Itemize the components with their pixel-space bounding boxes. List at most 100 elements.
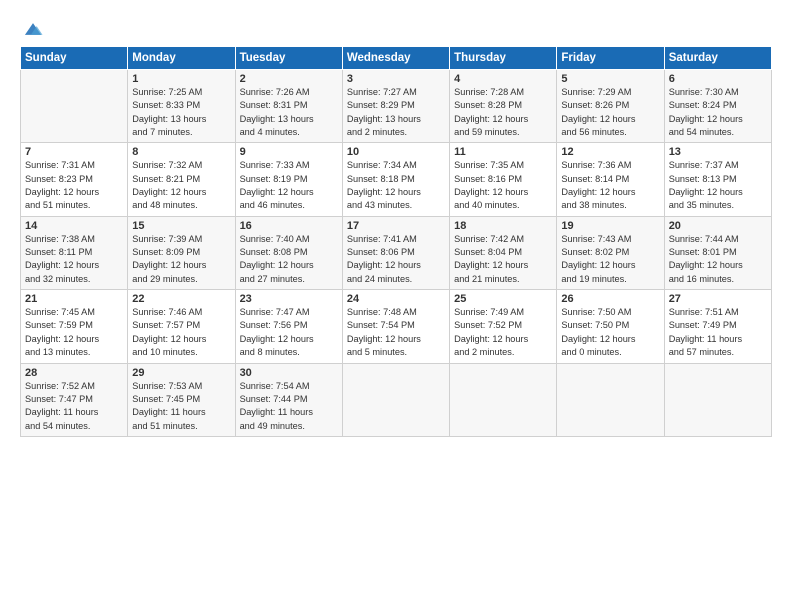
day-info: Sunrise: 7:53 AM Sunset: 7:45 PM Dayligh… xyxy=(132,380,230,433)
calendar-cell: 21Sunrise: 7:45 AM Sunset: 7:59 PM Dayli… xyxy=(21,290,128,363)
day-number: 21 xyxy=(25,293,123,305)
calendar-cell: 14Sunrise: 7:38 AM Sunset: 8:11 PM Dayli… xyxy=(21,216,128,289)
day-number: 26 xyxy=(561,293,659,305)
day-number: 4 xyxy=(454,73,552,85)
day-info: Sunrise: 7:25 AM Sunset: 8:33 PM Dayligh… xyxy=(132,86,230,139)
day-number: 28 xyxy=(25,367,123,379)
calendar-cell: 30Sunrise: 7:54 AM Sunset: 7:44 PM Dayli… xyxy=(235,363,342,436)
day-number: 11 xyxy=(454,146,552,158)
day-info: Sunrise: 7:43 AM Sunset: 8:02 PM Dayligh… xyxy=(561,233,659,286)
header-friday: Friday xyxy=(557,47,664,70)
day-number: 24 xyxy=(347,293,445,305)
week-row-4: 28Sunrise: 7:52 AM Sunset: 7:47 PM Dayli… xyxy=(21,363,772,436)
calendar-cell: 18Sunrise: 7:42 AM Sunset: 8:04 PM Dayli… xyxy=(450,216,557,289)
calendar-cell: 10Sunrise: 7:34 AM Sunset: 8:18 PM Dayli… xyxy=(342,143,449,216)
day-info: Sunrise: 7:44 AM Sunset: 8:01 PM Dayligh… xyxy=(669,233,767,286)
calendar-cell: 9Sunrise: 7:33 AM Sunset: 8:19 PM Daylig… xyxy=(235,143,342,216)
day-info: Sunrise: 7:36 AM Sunset: 8:14 PM Dayligh… xyxy=(561,159,659,212)
calendar-cell: 23Sunrise: 7:47 AM Sunset: 7:56 PM Dayli… xyxy=(235,290,342,363)
calendar-cell xyxy=(21,70,128,143)
header-wednesday: Wednesday xyxy=(342,47,449,70)
day-info: Sunrise: 7:27 AM Sunset: 8:29 PM Dayligh… xyxy=(347,86,445,139)
header-row: SundayMondayTuesdayWednesdayThursdayFrid… xyxy=(21,47,772,70)
day-number: 20 xyxy=(669,220,767,232)
day-number: 30 xyxy=(240,367,338,379)
day-info: Sunrise: 7:35 AM Sunset: 8:16 PM Dayligh… xyxy=(454,159,552,212)
day-info: Sunrise: 7:42 AM Sunset: 8:04 PM Dayligh… xyxy=(454,233,552,286)
calendar-cell xyxy=(450,363,557,436)
day-number: 17 xyxy=(347,220,445,232)
day-info: Sunrise: 7:29 AM Sunset: 8:26 PM Dayligh… xyxy=(561,86,659,139)
header-monday: Monday xyxy=(128,47,235,70)
week-row-0: 1Sunrise: 7:25 AM Sunset: 8:33 PM Daylig… xyxy=(21,70,772,143)
day-info: Sunrise: 7:31 AM Sunset: 8:23 PM Dayligh… xyxy=(25,159,123,212)
day-number: 7 xyxy=(25,146,123,158)
calendar-cell: 4Sunrise: 7:28 AM Sunset: 8:28 PM Daylig… xyxy=(450,70,557,143)
day-number: 13 xyxy=(669,146,767,158)
day-info: Sunrise: 7:48 AM Sunset: 7:54 PM Dayligh… xyxy=(347,306,445,359)
calendar-table: SundayMondayTuesdayWednesdayThursdayFrid… xyxy=(20,46,772,437)
day-info: Sunrise: 7:45 AM Sunset: 7:59 PM Dayligh… xyxy=(25,306,123,359)
calendar-cell: 25Sunrise: 7:49 AM Sunset: 7:52 PM Dayli… xyxy=(450,290,557,363)
calendar-cell: 11Sunrise: 7:35 AM Sunset: 8:16 PM Dayli… xyxy=(450,143,557,216)
day-number: 8 xyxy=(132,146,230,158)
day-number: 19 xyxy=(561,220,659,232)
day-number: 16 xyxy=(240,220,338,232)
day-info: Sunrise: 7:40 AM Sunset: 8:08 PM Dayligh… xyxy=(240,233,338,286)
calendar-cell: 27Sunrise: 7:51 AM Sunset: 7:49 PM Dayli… xyxy=(664,290,771,363)
calendar-cell xyxy=(557,363,664,436)
day-info: Sunrise: 7:51 AM Sunset: 7:49 PM Dayligh… xyxy=(669,306,767,359)
calendar-cell: 24Sunrise: 7:48 AM Sunset: 7:54 PM Dayli… xyxy=(342,290,449,363)
day-number: 5 xyxy=(561,73,659,85)
day-info: Sunrise: 7:49 AM Sunset: 7:52 PM Dayligh… xyxy=(454,306,552,359)
calendar-cell xyxy=(664,363,771,436)
day-number: 9 xyxy=(240,146,338,158)
day-number: 15 xyxy=(132,220,230,232)
day-info: Sunrise: 7:46 AM Sunset: 7:57 PM Dayligh… xyxy=(132,306,230,359)
logo-icon xyxy=(22,18,44,40)
day-number: 10 xyxy=(347,146,445,158)
week-row-1: 7Sunrise: 7:31 AM Sunset: 8:23 PM Daylig… xyxy=(21,143,772,216)
day-info: Sunrise: 7:41 AM Sunset: 8:06 PM Dayligh… xyxy=(347,233,445,286)
week-row-3: 21Sunrise: 7:45 AM Sunset: 7:59 PM Dayli… xyxy=(21,290,772,363)
day-number: 14 xyxy=(25,220,123,232)
day-number: 3 xyxy=(347,73,445,85)
calendar-cell xyxy=(342,363,449,436)
calendar-cell: 12Sunrise: 7:36 AM Sunset: 8:14 PM Dayli… xyxy=(557,143,664,216)
calendar-cell: 1Sunrise: 7:25 AM Sunset: 8:33 PM Daylig… xyxy=(128,70,235,143)
header xyxy=(20,18,772,40)
page: SundayMondayTuesdayWednesdayThursdayFrid… xyxy=(0,0,792,612)
day-number: 1 xyxy=(132,73,230,85)
calendar-cell: 13Sunrise: 7:37 AM Sunset: 8:13 PM Dayli… xyxy=(664,143,771,216)
header-saturday: Saturday xyxy=(664,47,771,70)
day-number: 23 xyxy=(240,293,338,305)
calendar-cell: 28Sunrise: 7:52 AM Sunset: 7:47 PM Dayli… xyxy=(21,363,128,436)
day-info: Sunrise: 7:52 AM Sunset: 7:47 PM Dayligh… xyxy=(25,380,123,433)
calendar-cell: 17Sunrise: 7:41 AM Sunset: 8:06 PM Dayli… xyxy=(342,216,449,289)
day-info: Sunrise: 7:50 AM Sunset: 7:50 PM Dayligh… xyxy=(561,306,659,359)
logo xyxy=(20,18,44,40)
day-number: 25 xyxy=(454,293,552,305)
day-info: Sunrise: 7:39 AM Sunset: 8:09 PM Dayligh… xyxy=(132,233,230,286)
day-number: 2 xyxy=(240,73,338,85)
day-info: Sunrise: 7:54 AM Sunset: 7:44 PM Dayligh… xyxy=(240,380,338,433)
week-row-2: 14Sunrise: 7:38 AM Sunset: 8:11 PM Dayli… xyxy=(21,216,772,289)
header-thursday: Thursday xyxy=(450,47,557,70)
day-info: Sunrise: 7:28 AM Sunset: 8:28 PM Dayligh… xyxy=(454,86,552,139)
day-info: Sunrise: 7:33 AM Sunset: 8:19 PM Dayligh… xyxy=(240,159,338,212)
day-info: Sunrise: 7:47 AM Sunset: 7:56 PM Dayligh… xyxy=(240,306,338,359)
day-info: Sunrise: 7:38 AM Sunset: 8:11 PM Dayligh… xyxy=(25,233,123,286)
calendar-cell: 22Sunrise: 7:46 AM Sunset: 7:57 PM Dayli… xyxy=(128,290,235,363)
calendar-cell: 15Sunrise: 7:39 AM Sunset: 8:09 PM Dayli… xyxy=(128,216,235,289)
day-info: Sunrise: 7:37 AM Sunset: 8:13 PM Dayligh… xyxy=(669,159,767,212)
day-number: 6 xyxy=(669,73,767,85)
day-number: 12 xyxy=(561,146,659,158)
calendar-cell: 3Sunrise: 7:27 AM Sunset: 8:29 PM Daylig… xyxy=(342,70,449,143)
day-info: Sunrise: 7:26 AM Sunset: 8:31 PM Dayligh… xyxy=(240,86,338,139)
calendar-cell: 2Sunrise: 7:26 AM Sunset: 8:31 PM Daylig… xyxy=(235,70,342,143)
header-tuesday: Tuesday xyxy=(235,47,342,70)
day-number: 29 xyxy=(132,367,230,379)
header-sunday: Sunday xyxy=(21,47,128,70)
day-number: 27 xyxy=(669,293,767,305)
day-info: Sunrise: 7:30 AM Sunset: 8:24 PM Dayligh… xyxy=(669,86,767,139)
